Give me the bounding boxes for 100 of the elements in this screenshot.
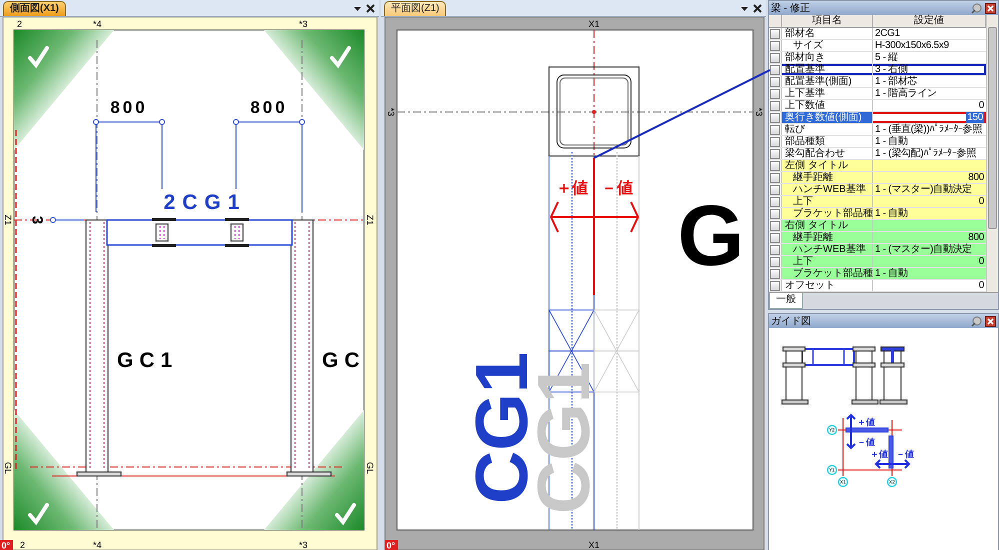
check-icon xyxy=(28,46,49,68)
property-row[interactable]: 左側 タイトル xyxy=(769,160,986,172)
checkbox[interactable] xyxy=(770,172,780,182)
checkbox[interactable] xyxy=(770,232,780,242)
property-name: サイズ xyxy=(782,40,873,51)
ruler-label: *4 xyxy=(93,540,102,550)
property-value: 1 - 自動 xyxy=(875,136,908,147)
property-row[interactable]: 奥行き数値(側面) 150 xyxy=(769,112,986,124)
panel-tab[interactable]: 一般 xyxy=(769,293,803,309)
checkbox[interactable] xyxy=(770,136,780,146)
property-value: 0 xyxy=(978,256,984,267)
property-row[interactable]: ハンチWEB基準 1 - (マスター)自動決定 xyxy=(769,184,986,196)
checkbox[interactable] xyxy=(770,160,780,170)
property-value: 150 xyxy=(966,112,984,123)
close-icon[interactable] xyxy=(366,4,375,13)
checkbox[interactable] xyxy=(770,100,780,110)
checkbox[interactable] xyxy=(770,52,780,62)
offset-label: ＋値 xyxy=(556,180,588,197)
level-label: 3 xyxy=(28,216,46,224)
checkbox[interactable] xyxy=(770,64,780,74)
column-header[interactable]: 項目名 xyxy=(782,15,873,27)
level-marker xyxy=(50,217,84,223)
property-row[interactable]: ブラケット部品種 1 - 自動 xyxy=(769,268,986,280)
view-tab[interactable]: 側面図(X1) xyxy=(3,1,66,16)
checkbox[interactable] xyxy=(770,124,780,134)
property-row[interactable]: ハンチWEB基準 1 - (マスター)自動決定 xyxy=(769,244,986,256)
ruler-label: *3 xyxy=(386,108,396,116)
ruler-label: Z1 xyxy=(365,214,375,226)
property-value: 5 - 縦 xyxy=(875,52,898,63)
angle-badge: 0° xyxy=(0,540,13,550)
caret-icon[interactable] xyxy=(740,4,749,13)
offset-label: ＋値 xyxy=(857,418,875,428)
property-row[interactable]: 部材向き 5 - 縦 xyxy=(769,52,986,64)
property-row[interactable]: 転び 1 - (垂直(梁))ﾊﾟﾗﾒｰﾀｰ参照 xyxy=(769,124,986,136)
checkbox[interactable] xyxy=(770,220,780,230)
property-value: 800 xyxy=(968,172,984,183)
checkbox[interactable] xyxy=(770,112,780,122)
property-row[interactable]: 継手距離 800 xyxy=(769,232,986,244)
checkbox[interactable] xyxy=(770,28,780,38)
close-icon[interactable] xyxy=(753,4,762,13)
property-name: ハンチWEB基準 xyxy=(782,244,873,255)
caret-icon[interactable] xyxy=(353,4,362,13)
checkbox[interactable] xyxy=(770,184,780,194)
property-row[interactable]: 上下 0 xyxy=(769,196,986,208)
close-icon[interactable] xyxy=(985,2,996,14)
ruler-label: 2 xyxy=(20,540,26,550)
property-name: 上下数値 xyxy=(782,100,873,111)
ruler-label: GL xyxy=(365,462,375,474)
property-name: ブラケット部品種 xyxy=(782,268,873,279)
property-name: ハンチWEB基準 xyxy=(782,184,873,195)
property-row[interactable]: 配置基準(側面) 1 - 部材芯 xyxy=(769,76,986,88)
beam-label: 2CG1 xyxy=(164,191,246,214)
ruler-label: X1 xyxy=(588,19,600,29)
view-tab[interactable]: 平面図(Z1) xyxy=(384,1,446,16)
checkbox[interactable] xyxy=(770,196,780,206)
ruler-label: *4 xyxy=(93,19,102,29)
property-row[interactable]: 継手距離 800 xyxy=(769,172,986,184)
column-label: GC1 xyxy=(117,349,178,372)
property-row[interactable]: 配置基準 3 - 右側 xyxy=(769,64,986,76)
property-value: 1 - (マスター)自動決定 xyxy=(875,184,972,195)
check-icon xyxy=(335,503,356,526)
close-icon[interactable] xyxy=(985,316,996,326)
checkbox[interactable] xyxy=(770,208,780,218)
checkbox[interactable] xyxy=(770,88,780,98)
ruler-label: 2 xyxy=(17,19,22,29)
property-name: 継手距離 xyxy=(782,232,873,243)
property-row[interactable]: 上下基準 1 - 階高ライン xyxy=(769,88,986,100)
checkbox[interactable] xyxy=(770,76,780,86)
checkbox[interactable] xyxy=(770,244,780,254)
column-label: GC xyxy=(322,349,366,372)
property-value: 0 xyxy=(978,100,984,111)
property-row[interactable]: ブラケット部品種 1 - 自動 xyxy=(769,208,986,220)
property-row[interactable]: 部品種類 1 - 自動 xyxy=(769,136,986,148)
offset-label: －値 xyxy=(601,180,633,197)
property-row[interactable]: サイズ H-300x150x6.5x9 xyxy=(769,40,986,52)
checkbox[interactable] xyxy=(770,148,780,158)
grid-label: G xyxy=(678,188,744,284)
property-value: 1 - 部材芯 xyxy=(875,76,918,87)
property-name: 転び xyxy=(782,124,873,135)
checkbox[interactable] xyxy=(770,256,780,266)
property-value: 2CG1 xyxy=(875,28,900,39)
ruler-label: GL xyxy=(3,462,13,474)
checkbox[interactable] xyxy=(770,40,780,50)
ruler-label: *3 xyxy=(299,540,308,550)
offset-label: ＋値 xyxy=(870,450,888,460)
property-value: 1 - (マスター)自動決定 xyxy=(875,244,972,255)
property-value: H-300x150x6.5x9 xyxy=(875,40,949,51)
property-row[interactable]: 右側 タイトル xyxy=(769,220,986,232)
property-value: 1 - 自動 xyxy=(875,268,908,279)
property-name: 上下基準 xyxy=(782,88,873,99)
property-name: 右側 タイトル xyxy=(782,220,873,231)
property-row[interactable]: 部材名 2CG1 xyxy=(769,28,986,40)
property-name: オフセット xyxy=(782,280,873,291)
property-row[interactable]: 上下 0 xyxy=(769,256,986,268)
checkbox[interactable] xyxy=(770,268,780,278)
property-name: 継手距離 xyxy=(782,172,873,183)
property-value: 1 - 階高ライン xyxy=(875,88,937,99)
checkbox[interactable] xyxy=(770,280,780,290)
property-name: 奥行き数値(側面) xyxy=(782,112,873,123)
scrollbar[interactable] xyxy=(986,15,998,292)
